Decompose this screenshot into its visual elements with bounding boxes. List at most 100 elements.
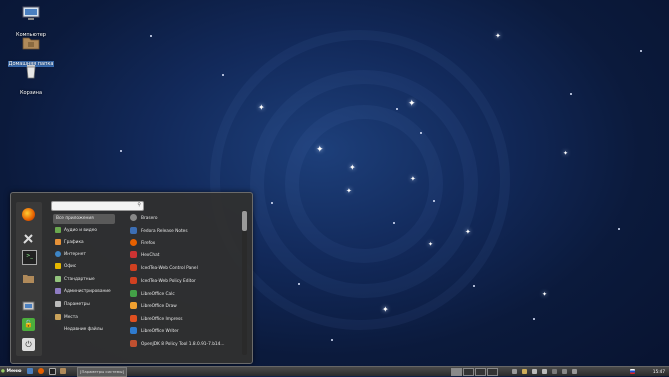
taskbar-window-button[interactable]: [Параметры системы] [77, 367, 127, 377]
star [120, 150, 122, 152]
star [396, 108, 398, 110]
app-label: LibreOffice Writer [141, 329, 179, 334]
files-launcher-icon[interactable] [60, 368, 66, 374]
category-administration[interactable]: Администрирование [53, 287, 115, 297]
folder-icon[interactable] [22, 270, 35, 283]
app-hexchat[interactable]: HexChat [130, 251, 240, 261]
firefox-icon[interactable] [22, 208, 35, 221]
app-openjdk-policy-tool[interactable]: OpenJDK 8 Policy Tool 1.8.0.91-7.b14... [130, 340, 240, 350]
category-office[interactable]: Офис [53, 262, 115, 272]
menu-logo-icon: ● [1, 369, 5, 374]
star: ✦ [408, 99, 416, 109]
app-list-scrollbar[interactable] [242, 210, 247, 355]
scrollbar-thumb[interactable] [242, 211, 247, 231]
search-icon: ⚲ [137, 202, 141, 208]
folder-icon [22, 37, 40, 50]
hexchat-icon [130, 251, 137, 258]
app-label: HexChat [141, 253, 160, 258]
category-accessories[interactable]: Стандартные [53, 275, 115, 285]
app-label: Firefox [141, 241, 156, 246]
star [640, 50, 642, 52]
star: ✦ [465, 228, 471, 236]
keyboard-layout-icon[interactable] [630, 369, 635, 374]
app-libreoffice-draw[interactable]: LibreOffice Draw [130, 302, 240, 312]
star: ✦ [410, 175, 416, 183]
draw-icon [130, 302, 137, 309]
app-icedtea-policy-editor[interactable]: IcedTea-Web Policy Editor [130, 277, 240, 287]
category-label: Графика [64, 240, 84, 245]
monitor-icon [22, 6, 40, 20]
bluetooth-icon[interactable] [562, 369, 567, 374]
category-internet[interactable]: Интернет [53, 250, 115, 260]
category-preferences[interactable]: Параметры [53, 300, 115, 310]
terminal-launcher-icon[interactable] [49, 368, 56, 375]
wallpaper-ring [210, 30, 510, 330]
category-audio-video[interactable]: Аудио и видео [53, 226, 115, 236]
wifi-icon[interactable] [572, 369, 577, 374]
app-brasero[interactable]: Brasero [130, 214, 240, 224]
star: ✦ [258, 103, 265, 112]
star: ✦ [346, 187, 352, 195]
category-label: Интернет [64, 252, 86, 257]
star [331, 339, 333, 341]
app-label: Fedora Release Notes [141, 229, 188, 234]
volume-icon[interactable] [542, 369, 547, 374]
multimedia-icon [55, 226, 61, 233]
terminal-icon[interactable]: >_ [22, 250, 37, 265]
desktop-icon-label: Корзина [19, 90, 43, 96]
search-input[interactable]: ⚲ [51, 201, 144, 211]
category-label: Все приложения [56, 216, 94, 221]
star [618, 228, 620, 230]
app-fedora-release-notes[interactable]: Fedora Release Notes [130, 227, 240, 237]
preferences-icon [55, 300, 61, 307]
network-icon[interactable] [512, 369, 517, 374]
category-label: Администрирование [64, 289, 111, 294]
taskbar-window-label: [Параметры системы] [80, 369, 124, 374]
star [473, 285, 475, 287]
category-graphics[interactable]: Графика [53, 238, 115, 248]
app-label: OpenJDK 8 Policy Tool 1.8.0.91-7.b14... [141, 342, 225, 347]
app-label: IcedTea-Web Policy Editor [141, 279, 196, 284]
app-label: LibreOffice Draw [141, 304, 177, 309]
app-label: IcedTea-Web Control Panel [141, 266, 198, 271]
show-desktop-icon[interactable] [27, 368, 33, 374]
firefox-launcher-icon[interactable] [38, 368, 44, 374]
category-places[interactable]: Места [53, 313, 115, 323]
display-icon[interactable] [552, 369, 557, 374]
category-label: Аудио и видео [64, 228, 97, 233]
update-icon[interactable] [522, 369, 527, 374]
app-icedtea-control-panel[interactable]: IcedTea-Web Control Panel [130, 264, 240, 274]
favorites-bar: >_ 🔓 ⏻ [16, 202, 42, 356]
star [150, 35, 152, 37]
writer-icon [130, 327, 137, 334]
app-libreoffice-impress[interactable]: LibreOffice Impress [130, 315, 240, 325]
category-label: Параметры [64, 302, 90, 307]
star: ✦ [428, 241, 434, 248]
app-label: Brasero [141, 216, 158, 221]
accessories-icon [55, 275, 61, 282]
internet-icon [55, 250, 61, 257]
category-all-apps[interactable]: Все приложения [53, 214, 115, 224]
star [271, 202, 273, 204]
power-icon[interactable]: ⏻ [22, 338, 35, 351]
places-folder-icon [55, 313, 61, 320]
settings-icon[interactable] [22, 230, 35, 244]
category-recent-files[interactable]: Недавние файлы [53, 325, 115, 335]
star [298, 283, 300, 285]
category-label: Стандартные [64, 277, 95, 282]
desktop-icon-trash[interactable]: Корзина [2, 64, 60, 98]
star: ✦ [349, 163, 356, 172]
app-libreoffice-calc[interactable]: LibreOffice Calc [130, 290, 240, 300]
battery-icon[interactable] [532, 369, 537, 374]
fedora-icon [130, 227, 137, 234]
lock-icon[interactable]: 🔓 [22, 318, 35, 331]
app-libreoffice-writer[interactable]: LibreOffice Writer [130, 327, 240, 337]
category-label: Офис [64, 264, 77, 269]
menu-button-label: Меню [6, 369, 22, 374]
star [570, 93, 572, 95]
app-firefox[interactable]: Firefox [130, 239, 240, 249]
category-label: Недавние файлы [64, 327, 103, 332]
star: ✦ [563, 150, 569, 157]
logout-icon[interactable] [22, 298, 35, 311]
desktop: ✦ ✦ ✦ ✦ ✦ ✦ ✦ ✦ ✦ ✦ ✦ ✦ Компьютер Домашн… [0, 0, 669, 366]
